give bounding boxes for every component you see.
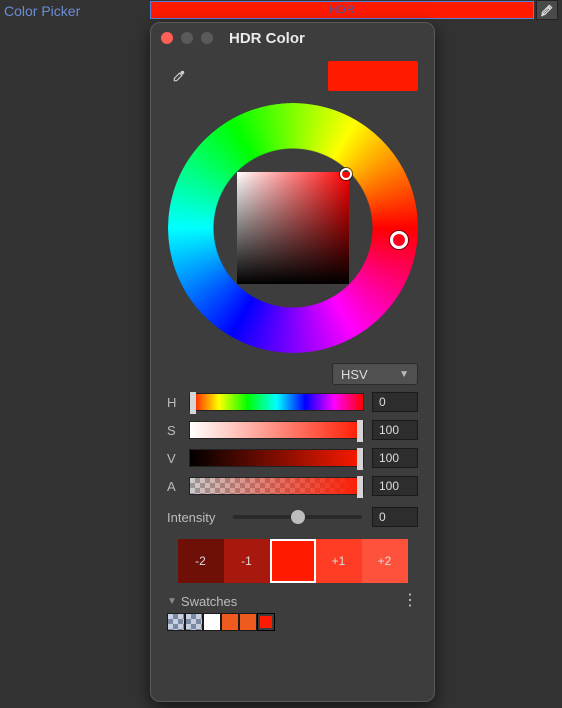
color-wheel-area (168, 103, 418, 353)
intensity-slider[interactable] (233, 515, 362, 519)
swatch-1[interactable] (167, 613, 185, 631)
swatch-list (151, 609, 434, 641)
intensity-swatch-current[interactable] (270, 539, 316, 583)
kebab-icon: ⋮ (402, 592, 418, 609)
current-color-swatch[interactable] (328, 61, 418, 91)
swatch-2[interactable] (185, 613, 203, 631)
color-mode-value: HSV (341, 367, 368, 382)
chevron-down-icon: ▼ (167, 596, 177, 607)
intensity-swatch-plus-1[interactable]: +1 (316, 539, 362, 583)
intensity-swatch-minus-2[interactable]: -2 (178, 539, 224, 583)
swatch-6[interactable] (257, 613, 275, 631)
v-input[interactable]: 100 (372, 448, 418, 468)
intensity-input[interactable]: 0 (372, 507, 418, 527)
panel-name-label: Color Picker (0, 3, 80, 19)
intensity-swatch-row: -2 -1 +1 +2 (151, 533, 434, 593)
swatches-label: Swatches (181, 594, 237, 609)
top-bar: Color Picker HDR (0, 0, 562, 22)
s-input[interactable]: 100 (372, 420, 418, 440)
color-picker-panel: HDR Color HSV ▼ H 0 S (150, 22, 435, 702)
h-input[interactable]: 0 (372, 392, 418, 412)
hdr-tag: HDR (329, 4, 354, 16)
maximize-button[interactable] (201, 32, 213, 44)
s-slider[interactable] (189, 421, 364, 439)
eyedropper-button[interactable] (167, 64, 191, 88)
a-input[interactable]: 100 (372, 476, 418, 496)
swatch-4[interactable] (221, 613, 239, 631)
swatches-foldout[interactable]: ▼ Swatches (167, 594, 237, 609)
header-eyedropper-button[interactable] (536, 0, 558, 20)
intensity-slider-knob[interactable] (291, 510, 305, 524)
titlebar: HDR Color (151, 23, 434, 53)
color-mode-select[interactable]: HSV ▼ (332, 363, 418, 385)
intensity-label: Intensity (167, 510, 223, 525)
a-slider[interactable] (189, 477, 364, 495)
h-slider[interactable] (189, 393, 364, 411)
hue-wheel-marker[interactable] (390, 231, 408, 249)
minimize-button[interactable] (181, 32, 193, 44)
header-color-swatch[interactable]: HDR (150, 1, 534, 19)
swatches-menu-button[interactable]: ⋮ (402, 593, 418, 609)
swatch-5[interactable] (239, 613, 257, 631)
h-label: H (167, 395, 181, 410)
s-label: S (167, 423, 181, 438)
panel-title: HDR Color (229, 30, 305, 47)
sv-box-marker[interactable] (340, 168, 352, 180)
a-label: A (167, 479, 181, 494)
close-button[interactable] (161, 32, 173, 44)
v-label: V (167, 451, 181, 466)
sv-box[interactable] (237, 172, 349, 284)
intensity-swatch-minus-1[interactable]: -1 (224, 539, 270, 583)
swatch-3[interactable] (203, 613, 221, 631)
intensity-swatch-plus-2[interactable]: +2 (362, 539, 408, 583)
eyedropper-icon (540, 3, 554, 17)
v-slider[interactable] (189, 449, 364, 467)
chevron-down-icon: ▼ (399, 369, 409, 380)
eyedropper-icon (172, 69, 186, 83)
